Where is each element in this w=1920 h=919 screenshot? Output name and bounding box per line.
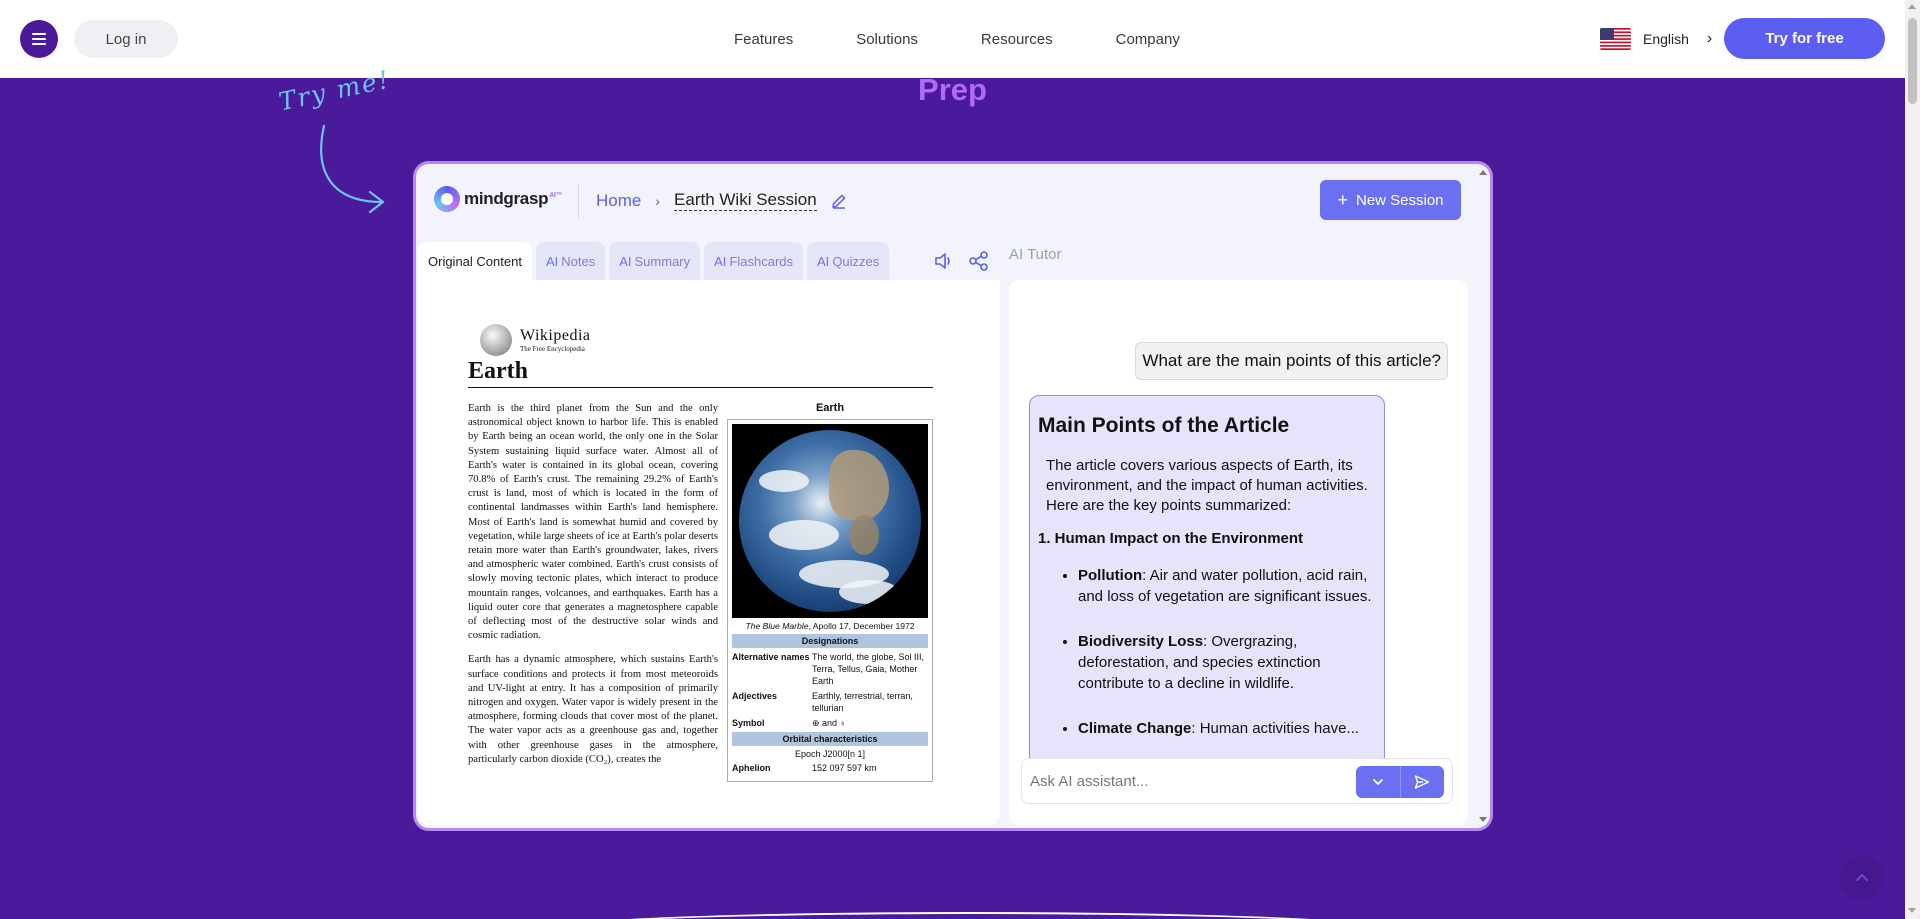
nav-link-company[interactable]: Company [1116,31,1180,48]
top-navigation: Log in Features Solutions Resources Comp… [0,0,1905,78]
earth-image [732,424,928,618]
tab-label: Quizzes [832,253,880,269]
wikipedia-globe-icon [480,324,512,356]
image-caption: The Blue Marble, Apollo 17, December 197… [745,621,915,631]
article-body: Earth is the third planet from the Sun a… [468,402,933,782]
tab-ai-flashcards[interactable]: AI Flashcards [704,242,804,280]
earth-globe-image [739,430,921,612]
app-scroll-up-icon[interactable] [1479,170,1487,175]
chevron-down-icon [1372,779,1383,785]
user-message: What are the main points of this article… [1135,342,1448,380]
send-button[interactable] [1401,766,1445,798]
share-icon[interactable] [968,250,990,272]
ai-response: Main Points of the Article The article c… [1029,395,1385,775]
plus-icon: + [1337,189,1348,210]
content-tabs: Original Content AI Notes AI Summary AI Fla… [418,242,893,280]
chat-actions [1356,766,1444,798]
ai-tutor-panel: What are the main points of this article… [1009,280,1468,825]
nav-link-features[interactable]: Features [734,31,793,48]
menu-button[interactable] [20,20,58,58]
article-text: Earth is the third planet from the Sun a… [468,402,718,782]
infobox-row: Adjectives Earthly, terrestrial, terran, … [732,691,913,713]
scroll-thumb[interactable] [1908,18,1917,104]
infobox-row: Symbol ⊕ and ♁ [732,718,847,728]
infobox-title: Earth [815,402,845,414]
article-title: Earth [468,358,933,388]
infobox: Earth The Blue Marble, Apollo 17, Decemb… [727,402,933,782]
list-item: Biodiversity Loss: Overgrazing, deforest… [1078,631,1376,694]
chevron-up-icon [1856,874,1868,881]
tab-prefix: AI [714,253,727,269]
us-flag-icon [1600,28,1631,50]
tab-original-content[interactable]: Original Content [418,242,532,280]
header-divider [578,184,579,218]
back-to-top-button[interactable] [1840,856,1884,900]
tab-label: Notes [561,253,596,269]
response-intro: The article covers various aspects of Ea… [1046,457,1368,514]
chevron-right-icon: › [1706,30,1713,47]
send-icon [1415,775,1430,789]
tab-prefix: AI [817,253,830,269]
pencil-icon[interactable] [831,193,847,209]
scroll-down-arrow-icon[interactable] [1908,908,1916,913]
language-selector[interactable]: English › [1600,26,1712,52]
login-button[interactable]: Log in [74,20,178,58]
scroll-up-arrow-icon[interactable] [1908,4,1916,9]
list-item: Climate Change: Human activities have... [1078,718,1376,739]
nav-link-solutions[interactable]: Solutions [856,31,918,48]
wikipedia-brand: Wikipedia The Free Encyclopedia [520,327,591,353]
article-paragraph: Earth has a dynamic atmosphere, which su… [468,654,718,765]
breadcrumb-home[interactable]: Home [596,191,641,211]
new-session-label: New Session [1355,191,1444,209]
wikipedia-wordmark: Wikipedia [520,327,591,344]
options-dropdown-button[interactable] [1356,766,1401,798]
tab-prefix: AI [545,253,559,269]
tab-prefix: AI [619,253,632,269]
speaker-icon[interactable] [933,250,955,272]
app-demo-window: mindgraspAI™ Home › Earth Wiki Session +… [413,161,1493,831]
response-bullets: Pollution: Air and water pollution, acid… [1038,565,1376,739]
tab-label: Flashcards [729,253,794,269]
response-title: Main Points of the Article [1038,414,1290,437]
wikipedia-tagline: The Free Encyclopedia [520,345,585,353]
mindgrasp-logo[interactable]: mindgraspAI™ [434,186,563,212]
try-for-free-button[interactable]: Try for free [1724,18,1885,59]
brain-logo-icon [434,186,460,212]
tab-ai-summary[interactable]: AI Summary [609,242,701,280]
tab-ai-quizzes[interactable]: AI Quizzes [807,242,890,280]
wikipedia-header: Wikipedia The Free Encyclopedia [468,324,933,356]
infobox-section-header: Orbital characteristics [732,732,928,746]
infobox-frame: The Blue Marble, Apollo 17, December 197… [727,419,933,782]
app-scroll-down-icon[interactable] [1479,817,1487,822]
nav-links: Features Solutions Resources Company [734,0,1243,78]
tab-label: Original Content [428,253,522,269]
response-point-heading: 1. Human Impact on the Environment [1038,530,1304,547]
curved-arrow-icon [320,124,385,214]
tab-label: Summary [634,253,691,269]
breadcrumb: Home › Earth Wiki Session [596,190,847,211]
article-paragraph: Earth is the third planet from the Sun a… [468,403,718,642]
page-scrollbar[interactable] [1905,0,1920,919]
original-content-panel[interactable]: Wikipedia The Free Encyclopedia Earth Ea… [418,280,1000,825]
ai-tutor-label: AI Tutor [1009,246,1062,263]
infobox-epoch: Epoch J2000[n 1] [794,749,866,759]
chevron-right-icon: › [655,192,661,209]
infobox-row: Aphelion 152 097 597 km [732,763,877,773]
section-divider [520,912,1420,919]
hamburger-icon [32,33,46,45]
nav-link-resources[interactable]: Resources [981,31,1053,48]
new-session-button[interactable]: + New Session [1320,180,1461,220]
language-label: English [1643,31,1689,47]
infobox-section-header: Designations [732,634,928,648]
chat-input-bar [1021,758,1453,804]
list-item: Pollution: Air and water pollution, acid… [1078,565,1376,607]
wikipedia-document: Wikipedia The Free Encyclopedia Earth Ea… [468,324,933,782]
session-title[interactable]: Earth Wiki Session [674,190,817,211]
logo-wordmark: mindgraspAI™ [464,189,563,208]
infobox-row: Alternative names The world, the globe, S… [732,652,925,686]
tab-ai-notes[interactable]: AI Notes [535,242,606,280]
ask-ai-input[interactable] [1030,772,1360,790]
